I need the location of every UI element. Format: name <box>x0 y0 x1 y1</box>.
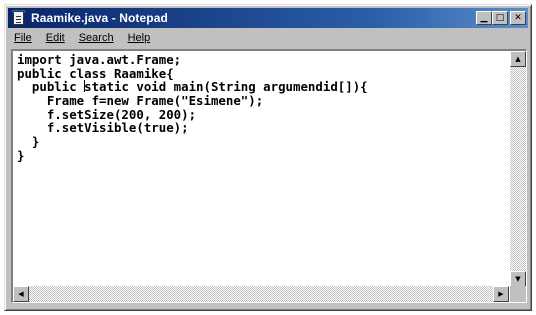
scroll-down-button[interactable]: ▼ <box>510 271 526 287</box>
minimize-button[interactable]: ▁ <box>476 11 492 25</box>
title-bar[interactable]: Raamike.java - Notepad ▁ □ ✕ <box>8 8 528 28</box>
notepad-window: Raamike.java - Notepad ▁ □ ✕ File Edit S… <box>4 4 532 311</box>
scrollbar-corner <box>510 286 526 302</box>
notepad-icon[interactable] <box>11 10 27 26</box>
code-line: public class Raamike{ <box>17 65 174 81</box>
menu-help[interactable]: Help <box>122 32 159 44</box>
scroll-left-button[interactable]: ◀ <box>13 286 29 302</box>
window-title: Raamike.java - Notepad <box>31 11 168 25</box>
vertical-scrollbar[interactable]: ▲ ▼ <box>510 51 526 287</box>
menu-edit[interactable]: Edit <box>40 32 73 44</box>
window-controls: ▁ □ ✕ <box>476 11 526 25</box>
code-line: f.setSize(200, 200); <box>17 106 197 122</box>
menu-file[interactable]: File <box>8 32 40 44</box>
horizontal-scrollbar[interactable]: ◀ ▶ <box>13 286 509 302</box>
code-line: Frame f=new Frame("Esimene"); <box>17 93 264 109</box>
code-text[interactable]: import java.awt.Frame; public class Raami… <box>15 53 506 163</box>
scroll-right-button[interactable]: ▶ <box>493 286 509 302</box>
code-line: f.setVisible(true); <box>17 120 189 136</box>
code-line: public static void main(String argumendi… <box>17 80 506 94</box>
close-button[interactable]: ✕ <box>510 11 526 25</box>
code-line: } <box>17 147 25 163</box>
maximize-button[interactable]: □ <box>492 11 508 25</box>
editor-pane[interactable]: import java.awt.Frame; public class Raami… <box>11 49 527 303</box>
text-area[interactable]: import java.awt.Frame; public class Raami… <box>15 53 506 283</box>
menu-search[interactable]: Search <box>73 32 122 44</box>
scroll-up-button[interactable]: ▲ <box>510 51 526 67</box>
code-line: import java.awt.Frame; <box>17 53 182 67</box>
code-line: } <box>17 134 40 150</box>
menu-bar: File Edit Search Help <box>8 29 528 47</box>
